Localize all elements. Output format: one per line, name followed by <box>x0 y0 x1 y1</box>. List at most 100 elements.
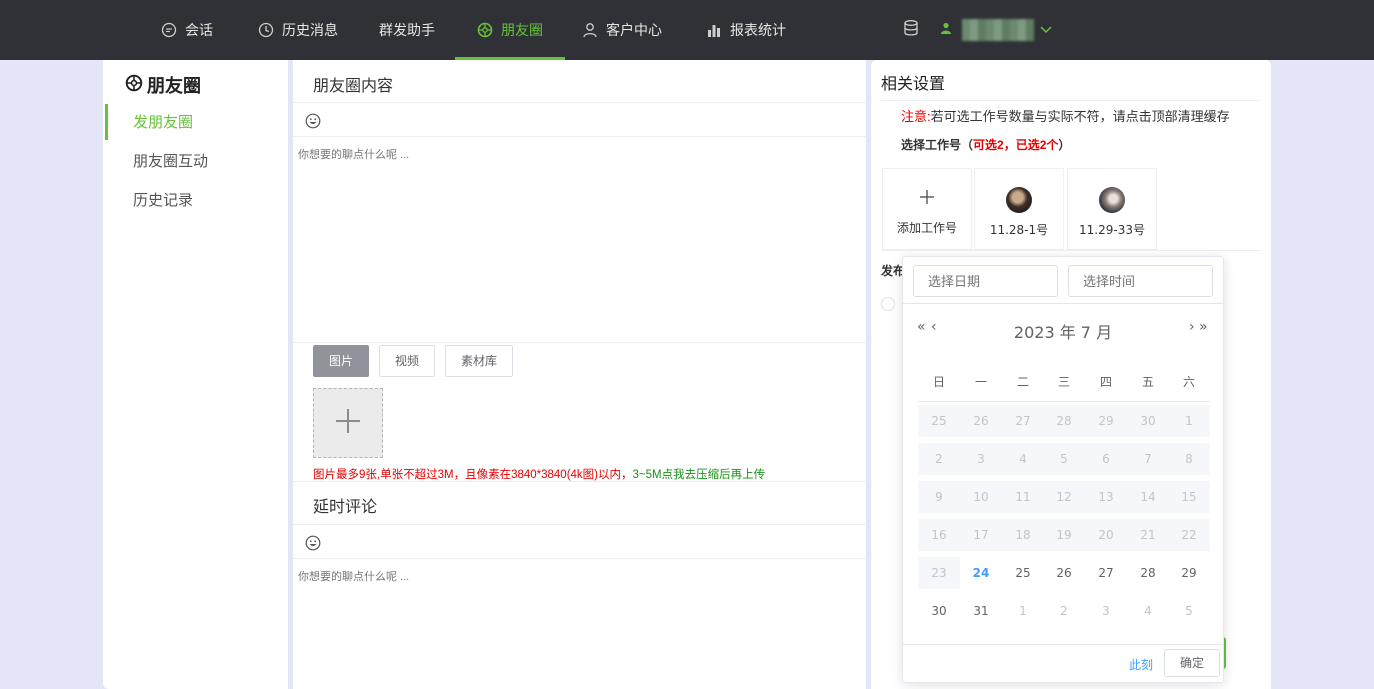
calendar-day: 17 <box>960 519 1002 551</box>
account-card[interactable]: 11.28-1号 <box>974 168 1064 250</box>
calendar-day: 3 <box>960 443 1002 475</box>
select-label-close: ） <box>1058 138 1071 152</box>
sidebar: 朋友圈 发朋友圈 朋友圈互动 历史记录 <box>103 60 288 689</box>
calendar-header: 2023 年 7 月 <box>1013 323 1113 342</box>
calendar-day[interactable]: 27 <box>1085 557 1127 589</box>
nav-item-customers[interactable]: 客户中心 <box>582 0 662 60</box>
tab-video[interactable]: 视频 <box>379 345 435 377</box>
sidebar-item-history[interactable]: 历史记录 <box>105 182 288 218</box>
emoji-icon[interactable] <box>305 113 321 129</box>
calendar-day: 25 <box>918 405 960 437</box>
nav-label: 历史消息 <box>282 23 338 39</box>
weekday-label: 三 <box>1057 375 1070 389</box>
user-area <box>902 0 1052 60</box>
calendar-day: 5 <box>1043 443 1085 475</box>
divider <box>293 102 866 103</box>
calendar-day: 21 <box>1127 519 1169 551</box>
date-input[interactable] <box>913 265 1058 297</box>
add-account-button[interactable]: 添加工作号 <box>882 168 972 250</box>
divider <box>293 481 866 482</box>
confirm-button[interactable]: 确定 <box>1164 649 1220 677</box>
moment-content-input[interactable] <box>293 138 866 342</box>
calendar-day: 13 <box>1085 481 1127 513</box>
calendar-day: 9 <box>918 481 960 513</box>
calendar-day[interactable]: 4 <box>1127 595 1169 627</box>
calendar-day: 20 <box>1085 519 1127 551</box>
nav-item-broadcast[interactable]: 群发助手 <box>379 0 435 60</box>
calendar-day: 10 <box>960 481 1002 513</box>
calendar-day: 28 <box>1043 405 1085 437</box>
divider <box>881 100 1261 101</box>
weekday-label: 六 <box>1182 375 1195 389</box>
notice-text: 若可选工作号数量与实际不符，请点击顶部清理缓存 <box>930 109 1230 124</box>
calendar-day: 18 <box>1002 519 1044 551</box>
calendar-day[interactable]: 26 <box>1043 557 1085 589</box>
account-card[interactable]: 11.29-33号 <box>1067 168 1157 250</box>
sidebar-item-moment-interaction[interactable]: 朋友圈互动 <box>105 143 288 179</box>
image-upload-button[interactable] <box>313 388 383 458</box>
calendar-day: 14 <box>1127 481 1169 513</box>
next-year-icon[interactable]: » <box>1199 319 1207 335</box>
nav-label: 报表统计 <box>730 23 786 39</box>
emoji-icon[interactable] <box>305 535 321 551</box>
calendar-day[interactable]: 24 <box>960 557 1002 589</box>
avatar <box>1006 187 1032 213</box>
weekday-label: 一 <box>974 375 987 389</box>
user-icon <box>582 22 598 38</box>
divider <box>293 342 866 343</box>
weekday-label: 五 <box>1141 375 1154 389</box>
calendar-day: 23 <box>918 557 960 589</box>
publish-radio[interactable] <box>881 297 895 311</box>
calendar-day[interactable]: 29 <box>1168 557 1210 589</box>
divider <box>903 644 1223 645</box>
time-input[interactable] <box>1068 265 1213 297</box>
delay-comment-input[interactable] <box>293 560 866 685</box>
divider <box>293 524 866 525</box>
avatar <box>1099 187 1125 213</box>
divider <box>903 303 1223 304</box>
calendar-day: 1 <box>1168 405 1210 437</box>
calendar-day[interactable]: 1 <box>1002 595 1044 627</box>
calendar-day[interactable]: 31 <box>960 595 1002 627</box>
now-button[interactable]: 此刻 <box>1129 656 1153 673</box>
account-label: 11.28-1号 <box>989 223 1049 237</box>
section-title-delay-comment: 延时评论 <box>313 497 378 516</box>
top-navbar: 会话 历史消息 群发助手 朋友圈 客户中心 报表统计 <box>0 0 1374 60</box>
calendar-day[interactable]: 28 <box>1127 557 1169 589</box>
sidebar-title: 朋友圈 <box>125 72 201 98</box>
compress-link[interactable]: 3~5M点我去压缩后再上传 <box>633 469 766 481</box>
calendar-day: 26 <box>960 405 1002 437</box>
calendar-day: 11 <box>1002 481 1044 513</box>
tab-material-library[interactable]: 素材库 <box>445 345 513 377</box>
nav-item-history[interactable]: 历史消息 <box>258 0 338 60</box>
section-title-content: 朋友圈内容 <box>313 76 394 95</box>
chevron-down-icon[interactable] <box>1040 22 1052 38</box>
nav-item-reports[interactable]: 报表统计 <box>706 0 786 60</box>
user-icon <box>940 22 952 38</box>
tab-image[interactable]: 图片 <box>313 345 369 377</box>
calendar-day[interactable]: 2 <box>1043 595 1085 627</box>
calendar-day: 6 <box>1085 443 1127 475</box>
calendar-day: 12 <box>1043 481 1085 513</box>
database-icon[interactable] <box>902 19 920 41</box>
calendar-day: 2 <box>918 443 960 475</box>
calendar-day[interactable]: 25 <box>1002 557 1044 589</box>
plus-icon <box>883 185 971 211</box>
next-month-icon[interactable]: › <box>1189 319 1194 335</box>
select-count: 可选2，已选2个 <box>973 138 1059 152</box>
calendar-day[interactable]: 3 <box>1085 595 1127 627</box>
sidebar-item-post-moment[interactable]: 发朋友圈 <box>105 104 288 140</box>
plus-icon <box>335 408 361 438</box>
nav-item-chat[interactable]: 会话 <box>161 0 213 60</box>
calendar-day[interactable]: 5 <box>1168 595 1210 627</box>
moment-editor: 朋友圈内容 图片 视频 素材库 图片最多9张,单张不超过3M，且像素在3840*… <box>293 60 866 689</box>
account-select-label: 选择工作号（可选2，已选2个） <box>901 136 1070 153</box>
calendar-day[interactable]: 30 <box>918 595 960 627</box>
username-redacted <box>962 19 1034 41</box>
divider <box>293 136 866 137</box>
aperture-icon <box>477 22 493 38</box>
divider <box>918 401 1210 402</box>
nav-item-moments[interactable]: 朋友圈 <box>455 0 565 60</box>
calendar-day: 29 <box>1085 405 1127 437</box>
weekday-label: 日 <box>932 375 945 389</box>
